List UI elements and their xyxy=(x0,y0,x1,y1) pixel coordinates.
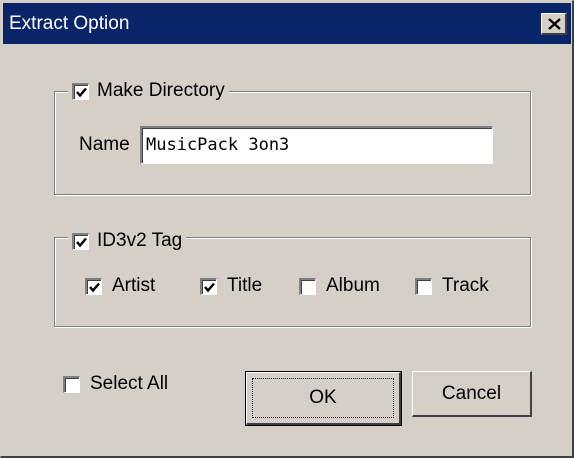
track-checkbox[interactable] xyxy=(415,277,432,295)
close-button[interactable] xyxy=(541,13,567,35)
artist-checkbox[interactable] xyxy=(85,277,102,295)
id3v2-tag-checkbox[interactable] xyxy=(72,232,89,250)
make-directory-legend: Make Directory xyxy=(68,79,229,103)
make-directory-label: Make Directory xyxy=(97,80,225,101)
artist-option[interactable]: Artist xyxy=(85,275,155,297)
checkmark-icon xyxy=(76,237,87,247)
close-icon xyxy=(548,18,561,30)
track-label: Track xyxy=(442,275,489,296)
album-checkbox[interactable] xyxy=(299,277,316,295)
cancel-button[interactable]: Cancel xyxy=(412,371,532,417)
select-all-checkbox[interactable] xyxy=(63,375,80,393)
checkmark-icon xyxy=(76,87,87,97)
title-option[interactable]: Title xyxy=(200,275,262,297)
track-option[interactable]: Track xyxy=(415,275,489,297)
extract-option-dialog: Extract Option Make Directory Name Music… xyxy=(0,0,574,458)
make-directory-checkbox[interactable] xyxy=(72,82,89,100)
cancel-label: Cancel xyxy=(441,382,502,404)
select-all-option[interactable]: Select All xyxy=(63,373,168,395)
title-bar[interactable]: Extract Option xyxy=(3,3,571,44)
focus-rect xyxy=(252,378,394,418)
name-label: Name xyxy=(79,134,130,155)
checkmark-icon xyxy=(89,282,100,292)
id3v2-tag-label: ID3v2 Tag xyxy=(97,230,183,251)
title-checkbox[interactable] xyxy=(200,277,217,295)
select-all-label: Select All xyxy=(90,373,169,394)
window-title: Extract Option xyxy=(9,13,130,34)
ok-button[interactable]: OK xyxy=(245,371,402,426)
album-option[interactable]: Album xyxy=(299,275,380,297)
artist-label: Artist xyxy=(112,275,156,296)
album-label: Album xyxy=(326,275,380,296)
id3v2-tag-legend: ID3v2 Tag xyxy=(68,229,187,253)
checkmark-icon xyxy=(204,282,215,292)
name-input[interactable]: MusicPack 3on3 xyxy=(140,126,493,164)
title-label: Title xyxy=(227,275,263,296)
